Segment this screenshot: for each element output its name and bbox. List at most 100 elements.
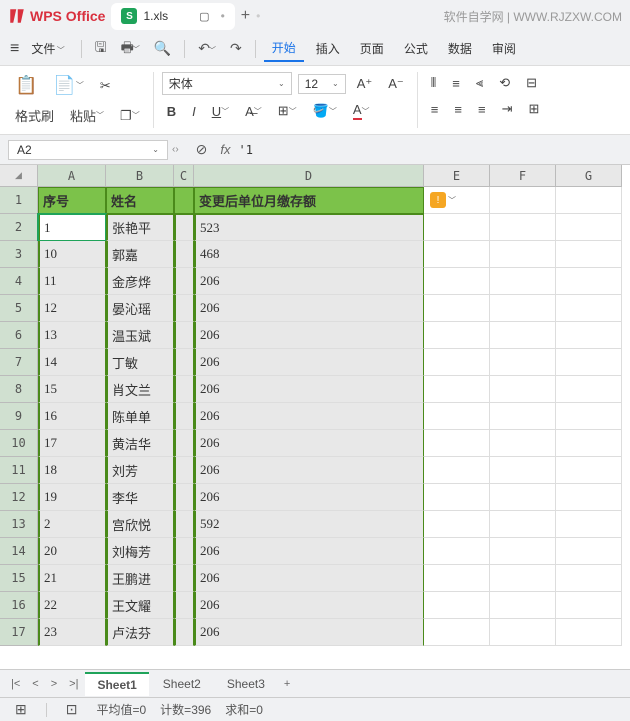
cell-c[interactable] (174, 592, 194, 619)
cell-c[interactable] (174, 484, 194, 511)
row-header[interactable]: 9 (0, 403, 38, 430)
cell-a[interactable]: 18 (38, 457, 106, 484)
cell-d[interactable]: 206 (194, 619, 424, 646)
cell-d[interactable]: 206 (194, 349, 424, 376)
merge-icon[interactable]: ⊞ (523, 98, 544, 120)
orientation-icon[interactable]: ⟲ (494, 72, 515, 94)
cell-g[interactable] (556, 430, 622, 457)
cell-b[interactable]: 黄洁华 (106, 430, 174, 457)
cell-d[interactable]: 523 (194, 214, 424, 241)
col-header-C[interactable]: C (174, 165, 194, 187)
cell-a[interactable]: 2 (38, 511, 106, 538)
cell-d[interactable]: 206 (194, 268, 424, 295)
cell-d[interactable]: 206 (194, 376, 424, 403)
cell-d[interactable]: 206 (194, 457, 424, 484)
cell-a[interactable]: 20 (38, 538, 106, 565)
sheet-tab-1[interactable]: Sheet1 (85, 672, 148, 696)
cell-d[interactable]: 变更后单位月缴存额 (194, 187, 424, 214)
cell-f[interactable] (490, 619, 556, 646)
cell-g[interactable] (556, 538, 622, 565)
cell-e[interactable] (424, 538, 490, 565)
col-header-D[interactable]: D (194, 165, 424, 187)
cell-e[interactable] (424, 214, 490, 241)
col-header-G[interactable]: G (556, 165, 622, 187)
sheet-last-icon[interactable]: >| (64, 676, 83, 692)
copy-icon[interactable]: ❐﹀ (115, 105, 145, 127)
document-tab[interactable]: S 1.xls ▢ • (111, 3, 234, 30)
cell-b[interactable]: 晏沁瑶 (106, 295, 174, 322)
increase-font-icon[interactable]: A⁺ (352, 73, 378, 95)
cell-c[interactable] (174, 376, 194, 403)
sheet-prev-icon[interactable]: < (27, 676, 43, 692)
format-painter-button[interactable]: 格式刷 (10, 103, 59, 128)
align-left-icon[interactable]: ≡ (426, 99, 444, 120)
cell-c[interactable] (174, 511, 194, 538)
cell-b[interactable]: 李华 (106, 484, 174, 511)
cell-e[interactable] (424, 592, 490, 619)
row-header[interactable]: 2 (0, 214, 38, 241)
tab-window-icon[interactable]: ▢ (194, 7, 214, 26)
align-middle-icon[interactable]: ≡ (447, 73, 465, 94)
cell-a[interactable]: 序号 (38, 187, 106, 214)
font-name-select[interactable]: 宋体⌄ (162, 72, 292, 95)
cell-c[interactable] (174, 619, 194, 646)
cell-b[interactable]: 姓名 (106, 187, 174, 214)
cell-d[interactable]: 206 (194, 322, 424, 349)
tab-data[interactable]: 数据 (440, 36, 480, 61)
row-header[interactable]: 5 (0, 295, 38, 322)
cell-a[interactable]: 23 (38, 619, 106, 646)
decrease-font-icon[interactable]: A⁻ (383, 73, 409, 95)
wrap-text-icon[interactable]: ⊟ (521, 72, 542, 94)
cell-a[interactable]: 15 (38, 376, 106, 403)
cell-e[interactable] (424, 322, 490, 349)
underline-button[interactable]: U﹀ (207, 101, 234, 122)
col-header-F[interactable]: F (490, 165, 556, 187)
cell-g[interactable] (556, 592, 622, 619)
row-header[interactable]: 14 (0, 538, 38, 565)
redo-icon[interactable]: ↷ (225, 37, 247, 60)
cell-e[interactable] (424, 457, 490, 484)
cell-b[interactable]: 卢法芬 (106, 619, 174, 646)
cell-f[interactable] (490, 403, 556, 430)
cell-e[interactable]: !﹀ (424, 187, 490, 214)
col-header-A[interactable]: A (38, 165, 106, 187)
tab-formula[interactable]: 公式 (396, 36, 436, 61)
cell-g[interactable] (556, 214, 622, 241)
cell-d[interactable]: 206 (194, 592, 424, 619)
cell-c[interactable] (174, 430, 194, 457)
cell-f[interactable] (490, 430, 556, 457)
col-header-B[interactable]: B (106, 165, 174, 187)
cell-g[interactable] (556, 403, 622, 430)
cell-d[interactable]: 592 (194, 511, 424, 538)
cell-d[interactable]: 206 (194, 403, 424, 430)
cell-g[interactable] (556, 241, 622, 268)
row-header[interactable]: 11 (0, 457, 38, 484)
cell-b[interactable]: 陈单单 (106, 403, 174, 430)
sheet-first-icon[interactable]: |< (6, 676, 25, 692)
cell-c[interactable] (174, 241, 194, 268)
warning-badge-icon[interactable]: ! (430, 192, 446, 208)
indent-icon[interactable]: ⇥ (497, 98, 518, 120)
cell-e[interactable] (424, 484, 490, 511)
new-tab-button[interactable]: + (241, 7, 250, 25)
row-header[interactable]: 13 (0, 511, 38, 538)
sheet-tab-2[interactable]: Sheet2 (151, 673, 213, 695)
name-box[interactable]: A2⌄ (8, 140, 168, 160)
cell-g[interactable] (556, 565, 622, 592)
cell-c[interactable] (174, 565, 194, 592)
align-bottom-icon[interactable]: ⫷ (471, 72, 488, 94)
font-color-button[interactable]: A﹀ (348, 99, 375, 123)
cell-f[interactable] (490, 187, 556, 214)
cell-f[interactable] (490, 538, 556, 565)
cell-g[interactable] (556, 322, 622, 349)
cell-c[interactable] (174, 214, 194, 241)
sheet-tab-3[interactable]: Sheet3 (215, 673, 277, 695)
cell-b[interactable]: 王鹏进 (106, 565, 174, 592)
align-top-icon[interactable]: ⫴ (426, 72, 441, 94)
cell-g[interactable] (556, 295, 622, 322)
status-settings-icon[interactable]: ⊡ (61, 698, 83, 721)
sheet-next-icon[interactable]: > (46, 676, 62, 692)
cell-e[interactable] (424, 403, 490, 430)
cell-b[interactable]: 金彦烨 (106, 268, 174, 295)
cell-c[interactable] (174, 403, 194, 430)
